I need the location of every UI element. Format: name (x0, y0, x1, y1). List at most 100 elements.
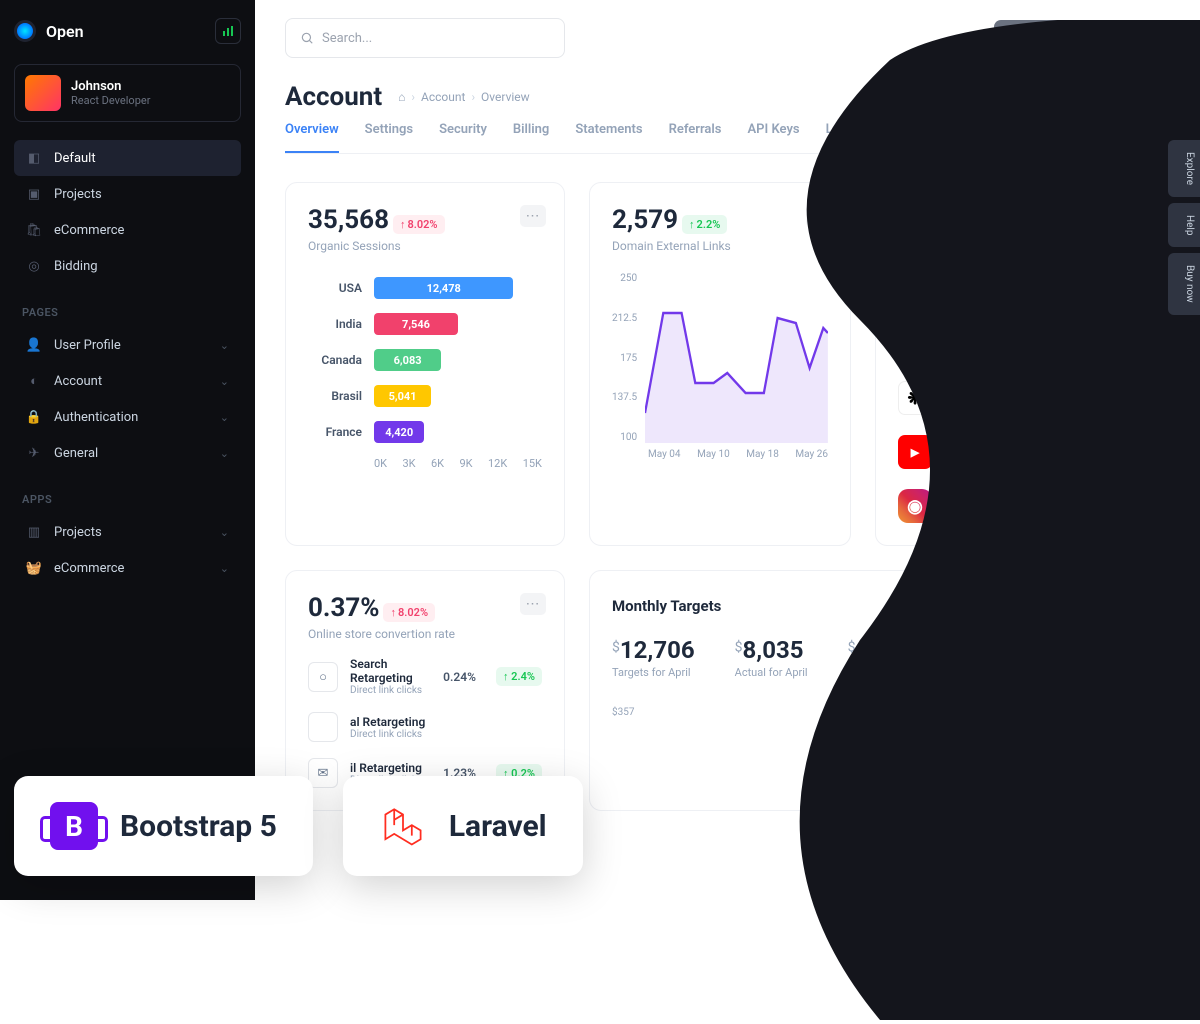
social-row-dribbble[interactable]: ⬤ DribbbleCommunity 579 ↑ 2.6% (898, 273, 1147, 307)
nav-icon: 🔒 (26, 409, 42, 425)
search-input[interactable]: Search... (285, 18, 565, 58)
rail-explore[interactable]: Explore (1168, 140, 1200, 197)
sidebar-item-bidding[interactable]: ◎ Bidding (14, 248, 241, 284)
nav-icon: ◧ (26, 150, 42, 166)
card-menu-icon[interactable]: ⋯ (520, 593, 546, 615)
tab-logs[interactable]: Logs (826, 122, 854, 153)
nav-icon: ▣ (26, 186, 42, 202)
delta-badge: ↓ 0.4% (1101, 335, 1147, 354)
logo-mark-icon (14, 20, 36, 42)
user-name: Johnson (71, 79, 150, 94)
sidebar-item-ecommerce[interactable]: 🛍 eCommerce (14, 212, 241, 248)
home-icon[interactable]: ⌂ (398, 90, 405, 104)
bar-row: Brasil 5,041 (308, 385, 542, 407)
tab-referrals[interactable]: Referrals (669, 122, 722, 153)
calendar-icon: 🗓 (1123, 599, 1137, 612)
delta-badge: ↑ 0.2% (1101, 389, 1147, 408)
social-row-slack[interactable]: ❋ SlackMessanger 794 ↑ 0.2% (898, 381, 1147, 415)
social-row-youtube[interactable]: ▶ YouTubeVideo Channel 978 ↑ 4.1% (898, 435, 1147, 469)
plus-icon: + (1008, 30, 1024, 46)
sidebar-item-ecommerce[interactable]: 🧺 eCommerce ⌄ (14, 550, 241, 586)
delta-badge: ↑ 8.02% (383, 603, 435, 622)
bar-row: Canada 6,083 (308, 349, 542, 371)
chart-toggle-icon[interactable] (215, 18, 241, 44)
avatar (25, 75, 61, 111)
delta-badge: ↑ 4.1% (1101, 443, 1147, 462)
rail-buy now[interactable]: Buy now (1168, 253, 1200, 315)
domain-links-card: ⋯ 2,579 ↑ 2.2% Domain External Links 250… (589, 182, 851, 546)
card-menu-icon[interactable]: ⋯ (1125, 205, 1151, 227)
sidebar-item-default[interactable]: ◧ Default (14, 140, 241, 176)
nav-icon: ✈ (26, 445, 42, 461)
social-visits-card: ⋯ 5,037 ↑ 2.2% Visits by Social Networks… (875, 182, 1170, 546)
page-title: Account (285, 82, 382, 112)
tab-billing[interactable]: Billing (513, 122, 549, 153)
sidebar-item-projects[interactable]: ▣ Projects (14, 176, 241, 212)
chevron-down-icon: ⌄ (220, 411, 229, 424)
conversion-row: al RetargetingDirect link clicks (308, 712, 542, 742)
conversion-card: ⋯ 0.37% ↑ 8.02% Online store convertion … (285, 570, 565, 811)
framework-card-lv[interactable]: Laravel (343, 776, 583, 876)
sidebar-item-authentication[interactable]: 🔒 Authentication ⌄ (14, 399, 241, 435)
delta-badge: ↑ 8.3% (1101, 497, 1147, 516)
sidebar-item-projects[interactable]: ▥ Projects ⌄ (14, 514, 241, 550)
monthly-targets-card: Monthly Targets 18 Jan 2023 - 16 Feb 202… (589, 570, 1170, 811)
nav-icon: 🛍 (26, 222, 42, 238)
target-metric: $12,706 Targets for April (612, 636, 695, 679)
channel-icon: ○ (308, 662, 338, 692)
sidebar-item-account[interactable]: ◐ Account ⌄ (14, 363, 241, 399)
card-menu-icon[interactable]: ⋯ (520, 205, 546, 227)
sidebar: Open Johnson React Developer ◧ Default ▣… (0, 0, 255, 900)
chevron-down-icon: ⌄ (220, 526, 229, 539)
nav-icon: ▥ (26, 524, 42, 540)
tab-settings[interactable]: Settings (365, 122, 413, 153)
section-label: PAGES (22, 306, 233, 319)
nav-icon: ◐ (26, 373, 42, 389)
chevron-down-icon: ⌄ (220, 339, 229, 352)
invite-button[interactable]: + Invite (994, 20, 1074, 56)
search-placeholder: Search... (322, 31, 372, 46)
line-chart (645, 273, 828, 443)
bootstrap-icon: B (50, 802, 98, 850)
channel-icon (308, 712, 338, 742)
slack-icon: ❋ (898, 381, 932, 415)
laravel-icon (379, 802, 427, 850)
youtube-icon: ▶ (898, 435, 932, 469)
tab-security[interactable]: Security (439, 122, 487, 153)
instagram-icon: ◉ (898, 489, 932, 523)
delta-badge: ↑ 8.02% (393, 215, 445, 234)
bar-row: USA 12,478 (308, 277, 542, 299)
organic-sessions-card: ⋯ 35,568 ↑ 8.02% Organic Sessions USA 12… (285, 182, 565, 546)
brand-logo[interactable]: Open (14, 20, 84, 42)
chevron-down-icon: ⌄ (220, 562, 229, 575)
user-role: React Developer (71, 94, 150, 107)
delta-badge: ↑ 2.6% (1101, 281, 1147, 300)
sidebar-item-general[interactable]: ✈ General ⌄ (14, 435, 241, 471)
delta-badge: ↑ 2.2% (682, 215, 727, 234)
social-row-instagram[interactable]: ◉ InstagramSocial Network 1,458 ↑ 8.3% (898, 489, 1147, 523)
framework-card-bs[interactable]: BBootstrap 5 (14, 776, 313, 876)
brand-name: Open (46, 22, 84, 41)
main-content: Search... + Invite Create App Account ⌂ … (255, 0, 1200, 900)
chevron-down-icon: ⌄ (220, 375, 229, 388)
nav-icon: 🧺 (26, 560, 42, 576)
linked in-icon: in (898, 327, 932, 361)
bar-row: India 7,546 (308, 313, 542, 335)
tab-bar: Overview Settings Security Billing Statement… (285, 122, 1170, 154)
sidebar-item-user profile[interactable]: 👤 User Profile ⌄ (14, 327, 241, 363)
nav-icon: ◎ (26, 258, 42, 274)
card-menu-icon[interactable]: ⋯ (806, 205, 832, 227)
target-metric: $4,684 ↑ 4.5% GAP (848, 636, 967, 679)
tab-api keys[interactable]: API Keys (747, 122, 799, 153)
section-label: APPS (22, 493, 233, 506)
nav-icon: 👤 (26, 337, 42, 353)
rail-help[interactable]: Help (1168, 203, 1200, 247)
create-app-button[interactable]: Create App (1082, 20, 1170, 56)
date-range-picker[interactable]: 18 Jan 2023 - 16 Feb 2023 🗓 (977, 593, 1147, 618)
user-card[interactable]: Johnson React Developer (14, 64, 241, 122)
tab-overview[interactable]: Overview (285, 122, 339, 153)
conversion-row: ○ Search RetargetingDirect link clicks 0… (308, 657, 542, 696)
tab-statements[interactable]: Statements (575, 122, 642, 153)
social-row-linked in[interactable]: in Linked InSocial Media 1,088 ↓ 0.4% (898, 327, 1147, 361)
chevron-down-icon: ⌄ (220, 447, 229, 460)
